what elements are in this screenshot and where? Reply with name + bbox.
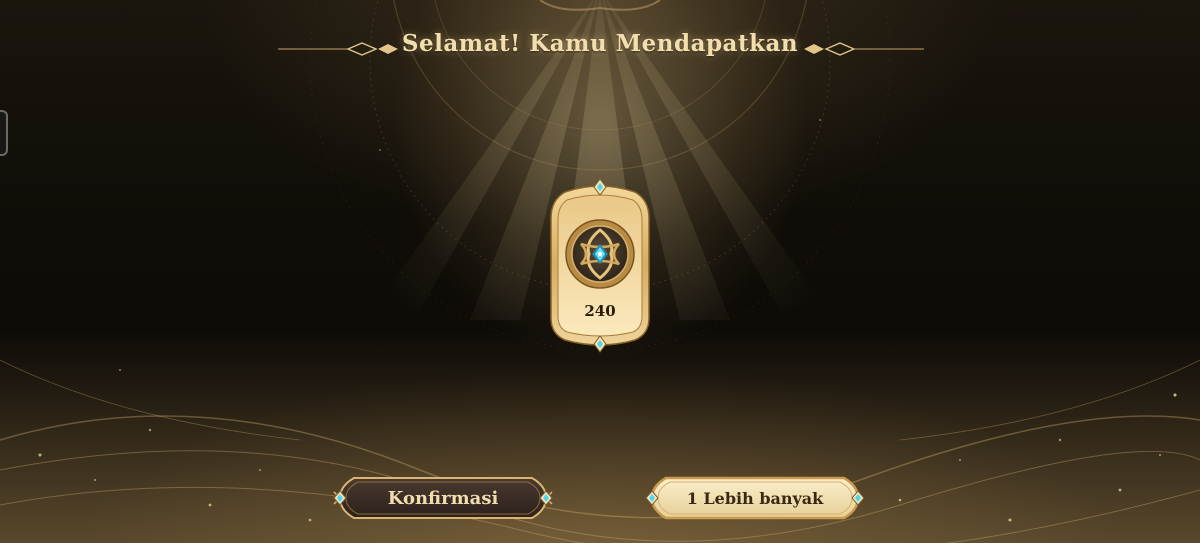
reward-screen: Selamat! Kamu Mendapatkan 240 Konfirmasi… (0, 0, 1200, 543)
confirm-button[interactable]: Konfirmasi (332, 474, 554, 522)
draw-more-button-label: 1 Lebih banyak (686, 488, 824, 508)
confirm-button-label: Konfirmasi (387, 487, 499, 509)
side-drawer-handle[interactable] (0, 110, 8, 156)
reward-amount: 240 (584, 302, 616, 320)
title-ornament-right-icon (804, 42, 924, 56)
draw-more-button[interactable]: 1 Lebih banyak (644, 474, 866, 522)
dialog-title: Selamat! Kamu Mendapatkan (401, 30, 799, 57)
reward-card[interactable] (545, 178, 655, 353)
